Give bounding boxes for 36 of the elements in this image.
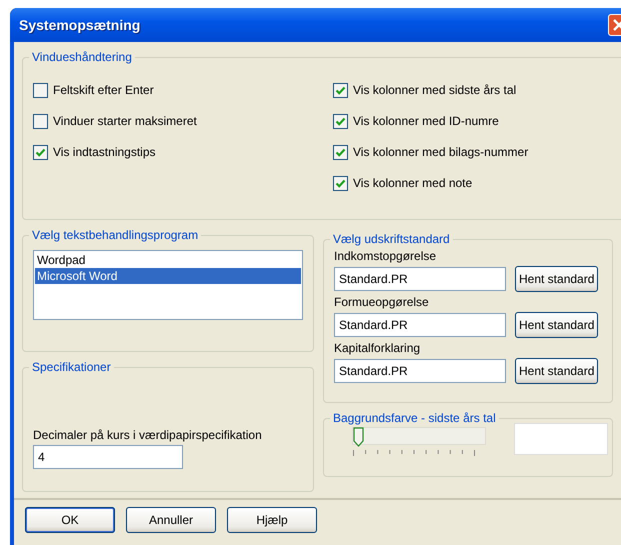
checkbox[interactable]: Vis kolonner med note — [333, 174, 528, 192]
checkbox[interactable]: Vis kolonner med sidste års tal — [333, 81, 528, 99]
field-label: Formueopgørelse — [334, 295, 430, 309]
check-icon — [335, 178, 346, 188]
load-standard-button[interactable]: Hent standard — [515, 266, 598, 292]
group-title: Vindueshåndtering — [31, 50, 133, 64]
group-title: Specifikationer — [31, 360, 112, 374]
input-field[interactable]: Standard.PR — [334, 359, 506, 383]
program-list[interactable]: Wordpad Microsoft Word — [33, 250, 303, 320]
load-standard-button[interactable]: Hent standard — [515, 358, 598, 384]
field-label: Decimaler på kurs i værdipapirspecifikation — [33, 428, 263, 442]
dialog-button[interactable]: Hjælp — [227, 507, 317, 533]
checkbox[interactable]: Feltskift efter Enter — [33, 81, 333, 99]
field-label: Indkomstopgørelse — [334, 249, 438, 263]
checkbox[interactable]: Vinduer starter maksimeret — [33, 112, 333, 130]
input-field[interactable]: Standard.PR — [334, 313, 506, 337]
check-icon — [335, 116, 346, 126]
checkbox[interactable]: Vis kolonner med ID-numre — [333, 112, 528, 130]
group-title: Vælg udskriftstandard — [332, 232, 451, 246]
input-field[interactable]: 4 — [33, 445, 183, 469]
group-title: Vælg tekstbehandlingsprogram — [31, 228, 200, 242]
dialog-button[interactable]: Annuller — [126, 507, 216, 533]
input-field[interactable]: Standard.PR — [334, 267, 506, 291]
check-icon — [335, 84, 346, 96]
check-icon — [335, 146, 346, 158]
list-item[interactable]: Microsoft Word — [35, 268, 301, 284]
checkbox[interactable]: Vis indtastningstips — [33, 143, 333, 161]
field-label: Kapitalforklaring — [334, 341, 422, 355]
slider-thumb[interactable] — [353, 427, 364, 447]
load-standard-button[interactable]: Hent standard — [515, 312, 598, 338]
group-title: Baggrundsfarve - sidste års tal — [332, 411, 497, 425]
list-item[interactable]: Wordpad — [35, 252, 301, 268]
checkbox[interactable]: Vis kolonner med bilags-nummer — [333, 143, 528, 161]
dialog-button[interactable]: OK — [25, 507, 115, 533]
check-icon — [35, 146, 46, 158]
window-title: Systemopsætning — [19, 17, 140, 33]
